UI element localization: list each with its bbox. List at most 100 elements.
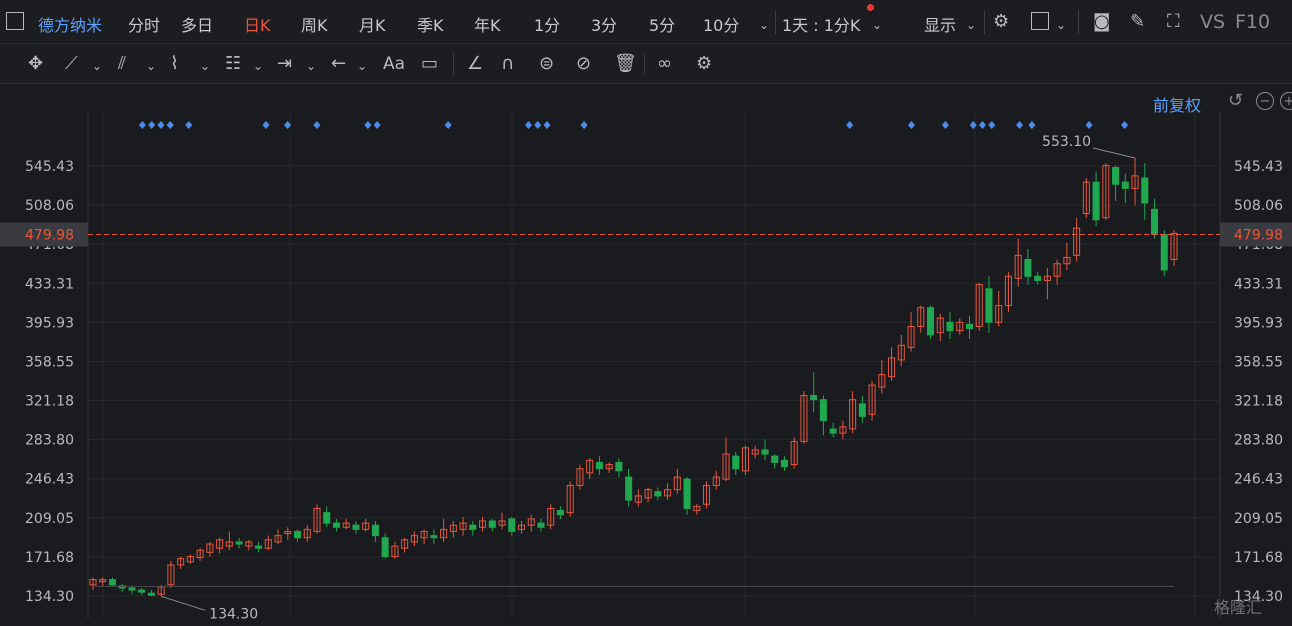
trash-icon[interactable]: 🗑 (614, 54, 637, 74)
tab-period-9[interactable]: 5分 (649, 12, 675, 36)
period-select[interactable]: 1天 : 1分K (782, 12, 860, 36)
zoom-out-icon[interactable]: − (1256, 92, 1274, 110)
move-cross-icon[interactable]: ✥ (28, 54, 43, 74)
event-marker[interactable] (1121, 121, 1129, 129)
event-marker[interactable] (979, 121, 987, 129)
arrow-left-icon[interactable]: ← (331, 54, 346, 74)
chevron-down-icon[interactable]: ⌄ (1056, 15, 1066, 35)
event-marker[interactable] (941, 121, 949, 129)
f10-button[interactable]: F10 (1235, 11, 1270, 33)
gear-icon[interactable]: ⚙ (993, 12, 1009, 32)
candle-body[interactable] (780, 459, 788, 468)
event-marker[interactable] (185, 121, 193, 129)
adjust-mode-button[interactable]: 前复权 (1153, 92, 1201, 116)
event-marker[interactable] (969, 121, 977, 129)
stock-name[interactable]: 德方纳米 (38, 12, 102, 36)
candle-body[interactable] (595, 461, 603, 470)
candle-body[interactable] (430, 535, 438, 539)
event-marker[interactable] (364, 121, 372, 129)
vs-button[interactable]: VS (1200, 11, 1225, 33)
trend-line-icon[interactable]: ⟋ (65, 54, 78, 74)
candle-body[interactable] (147, 592, 155, 596)
event-marker[interactable] (166, 121, 174, 129)
candle-body[interactable] (819, 399, 827, 422)
fullscreen-icon[interactable]: ⛶ (1167, 12, 1180, 32)
chevron-down-icon[interactable]: ⌄ (200, 56, 210, 76)
chevron-down-icon[interactable]: ⌄ (146, 56, 156, 76)
candle-body[interactable] (371, 524, 379, 537)
candle-body[interactable] (1141, 177, 1149, 204)
candle-body[interactable] (556, 510, 564, 516)
event-marker[interactable] (988, 121, 996, 129)
magnet-icon[interactable]: ∩ (501, 54, 514, 74)
note-icon[interactable]: ▭ (421, 54, 438, 74)
candle-body[interactable] (255, 545, 263, 549)
tab-period-2[interactable]: 日K (244, 12, 271, 36)
tab-period-0[interactable]: 分时 (128, 12, 160, 36)
chevron-down-icon[interactable]: ⌄ (357, 56, 367, 76)
candle-body[interactable] (488, 520, 496, 528)
candle-body[interactable] (732, 455, 740, 470)
event-marker[interactable] (534, 121, 542, 129)
candle-body[interactable] (469, 524, 477, 530)
candle-body[interactable] (858, 403, 866, 417)
event-marker[interactable] (373, 121, 381, 129)
candle-body[interactable] (128, 587, 136, 591)
candle-body[interactable] (1121, 181, 1129, 189)
candle-body[interactable] (761, 449, 769, 455)
candle-body[interactable] (927, 307, 935, 336)
polyline-icon[interactable]: ⌇ (170, 54, 179, 74)
chart-area[interactable]: 545.43545.43508.06508.06471.68471.68433.… (0, 84, 1292, 622)
candle-body[interactable] (508, 518, 516, 532)
candle-body[interactable] (985, 288, 993, 323)
compare-icon[interactable]: ∞ (657, 54, 672, 74)
tab-period-8[interactable]: 3分 (591, 12, 617, 36)
event-marker[interactable] (580, 121, 588, 129)
candle-body[interactable] (810, 395, 818, 401)
candle-body[interactable] (332, 522, 340, 528)
event-marker[interactable] (157, 121, 165, 129)
fibonacci-icon[interactable]: ☷ (225, 54, 241, 74)
candle-body[interactable] (1034, 275, 1042, 281)
candle-body[interactable] (235, 541, 243, 545)
camera-icon[interactable]: ◙ (1093, 12, 1110, 32)
event-marker[interactable] (262, 121, 270, 129)
candle-body[interactable] (829, 428, 837, 434)
event-marker[interactable] (148, 121, 156, 129)
candle-body[interactable] (615, 461, 623, 472)
parallel-channel-icon[interactable]: ⫽ (118, 54, 126, 74)
display-menu[interactable]: 显示 (924, 12, 956, 36)
tab-period-6[interactable]: 年K (474, 12, 501, 36)
undo-icon[interactable]: ↺ (1228, 91, 1243, 111)
chevron-down-icon[interactable]: ⌄ (306, 56, 316, 76)
chevron-down-icon[interactable]: ⌄ (966, 15, 976, 35)
candle-body[interactable] (108, 579, 116, 586)
candle-body[interactable] (1092, 181, 1100, 221)
panel-layout-icon[interactable] (6, 12, 24, 30)
chevron-down-icon[interactable]: ⌄ (872, 15, 882, 35)
event-marker[interactable] (444, 121, 452, 129)
chevron-down-icon[interactable]: ⌄ (92, 56, 102, 76)
candle-body[interactable] (683, 478, 691, 509)
candle-body[interactable] (625, 476, 633, 501)
event-marker[interactable] (313, 121, 321, 129)
event-marker[interactable] (524, 121, 532, 129)
tab-period-7[interactable]: 1分 (534, 12, 560, 36)
candle-body[interactable] (965, 323, 974, 330)
tab-period-4[interactable]: 月K (359, 12, 386, 36)
candle-body[interactable] (293, 530, 302, 539)
event-marker[interactable] (1016, 121, 1024, 129)
brush-icon[interactable]: ∠ (467, 54, 483, 74)
tab-period-3[interactable]: 周K (301, 12, 328, 36)
candle-body[interactable] (537, 522, 545, 528)
candle-body[interactable] (654, 491, 662, 497)
candle-body[interactable] (323, 512, 331, 524)
candle-body[interactable] (771, 455, 779, 463)
candle-body[interactable] (352, 524, 360, 530)
candle-body[interactable] (1024, 259, 1032, 277)
tab-period-5[interactable]: 季K (417, 12, 444, 36)
hide-icon[interactable]: ⊘ (576, 54, 591, 74)
candlestick-chart[interactable]: 545.43545.43508.06508.06471.68471.68433.… (0, 84, 1292, 622)
event-marker[interactable] (1085, 121, 1093, 129)
event-marker[interactable] (138, 121, 146, 129)
